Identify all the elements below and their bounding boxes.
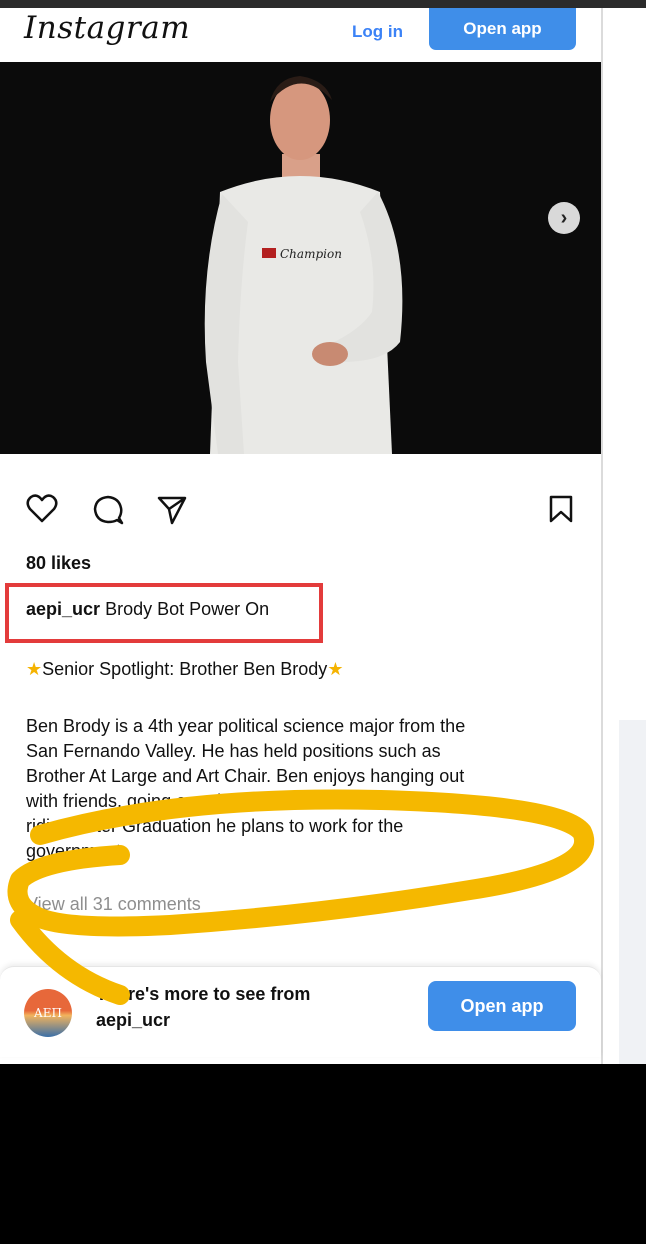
right-side-panel (603, 8, 646, 1064)
body-line: Ben Brody is a 4th year political scienc… (26, 716, 466, 736)
top-edge (0, 0, 646, 8)
spotlight-text: Senior Spotlight: Brother Ben Brody (42, 659, 328, 679)
screenshot: Instagram Log in Open app Champion › 80 … (0, 0, 646, 1064)
person-photo: Champion (0, 62, 601, 454)
star-icon: ★ (26, 659, 43, 679)
share-icon[interactable] (156, 494, 188, 526)
view-all-comments-link[interactable]: View all 31 comments (26, 894, 201, 915)
body-line: government. (26, 841, 127, 861)
instagram-logo[interactable]: Instagram (24, 10, 190, 46)
open-app-button-top[interactable]: Open app (429, 8, 576, 50)
shirt-logo-text: Champion (280, 247, 342, 261)
body-line: Brother At Large and Art Chair. Ben enjo… (26, 766, 465, 786)
more-from-account-banner: ΑΕΠ There's more to see from aepi_ucr Op… (0, 966, 601, 1057)
header: Instagram Log in Open app (0, 8, 601, 62)
more-from-text: There's more to see from aepi_ucr (96, 981, 310, 1033)
heart-icon[interactable] (26, 494, 58, 524)
more-line-2[interactable]: aepi_ucr (96, 1007, 310, 1033)
body-line: with friends, going on adventures and mo… (26, 791, 443, 811)
open-app-button-bottom[interactable]: Open app (428, 981, 576, 1031)
comment-icon[interactable] (92, 494, 124, 526)
post-photo[interactable]: Champion › (0, 62, 601, 454)
chevron-right-icon[interactable]: › (548, 202, 580, 234)
star-icon: ★ (327, 659, 344, 679)
post-body: Ben Brody is a 4th year political scienc… (26, 714, 586, 864)
red-highlight-box (5, 583, 323, 643)
avatar[interactable]: ΑΕΠ (24, 989, 72, 1037)
side-panel-grey-area (619, 720, 646, 1064)
instagram-post-panel: Instagram Log in Open app Champion › 80 … (0, 8, 603, 1064)
action-bar (0, 488, 601, 538)
spotlight-line: ★Senior Spotlight: Brother Ben Brody★ (26, 659, 343, 680)
bookmark-icon[interactable] (548, 494, 574, 524)
more-line-1: There's more to see from (96, 984, 311, 1004)
body-line: riding. After Graduation he plans to wor… (26, 816, 404, 836)
like-count[interactable]: 80 likes (26, 553, 91, 574)
log-in-link[interactable]: Log in (352, 22, 403, 42)
body-line: San Fernando Valley. He has held positio… (26, 741, 441, 761)
